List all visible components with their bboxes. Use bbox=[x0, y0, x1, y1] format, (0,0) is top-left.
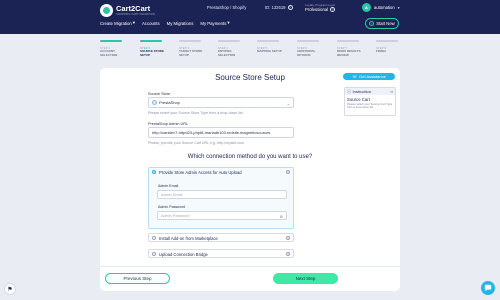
step-progress-bar bbox=[140, 40, 162, 42]
info-icon[interactable]: i bbox=[286, 170, 290, 174]
admin-email-label: Admin Email bbox=[158, 184, 179, 188]
nav-my-payments[interactable]: My Payments ▾ bbox=[200, 20, 229, 26]
instruction-text: Please select your Source Cart Type from… bbox=[347, 102, 393, 110]
cart2cart-logo[interactable]: Cart2Cart SHOPPING CART MIGRATION bbox=[100, 4, 155, 17]
source-store-label: Source Store bbox=[148, 92, 171, 96]
logo-tagline: SHOPPING CART MIGRATION bbox=[116, 13, 155, 16]
instruction-title: Source Cart bbox=[347, 97, 370, 102]
admin-url-value: http://cartdev7-httpd23-phpt8-mariadb103… bbox=[152, 130, 271, 135]
user-name: automation bbox=[374, 5, 395, 10]
logo-name: Cart2Cart bbox=[116, 4, 151, 13]
migration-stepper: STEP 1 ACCOUNT SELECTION STEP 2 SOURCE S… bbox=[100, 40, 400, 64]
admin-url-hint: Please, provide your Source Cart URL e.g… bbox=[148, 141, 245, 145]
info-icon[interactable]: i bbox=[286, 236, 290, 240]
nav-my-migrations[interactable]: My Migrations bbox=[167, 20, 194, 26]
help-icon[interactable]: ? bbox=[287, 5, 293, 10]
instruction-panel: ⓘ Instruction ‹› Source Cart Please sele… bbox=[344, 87, 396, 116]
nav-accounts[interactable]: Accounts bbox=[142, 20, 160, 26]
loyalty-level: Professional bbox=[305, 7, 329, 12]
radio-unselected[interactable] bbox=[152, 252, 156, 256]
headset-icon: ☏ bbox=[352, 74, 358, 79]
info-icon[interactable]: i bbox=[286, 252, 290, 256]
divider bbox=[100, 266, 400, 267]
accessibility-button[interactable]: ⚑ bbox=[4, 283, 16, 295]
info-icon: ⓘ bbox=[347, 88, 351, 94]
step-finish: STEP 8 FINISH bbox=[376, 40, 404, 54]
eye-slash-icon[interactable]: ⊘ bbox=[280, 214, 283, 219]
radio-unselected[interactable] bbox=[152, 236, 156, 240]
nav-create-migration[interactable]: Create Migration ▾ bbox=[100, 20, 135, 26]
step-source-store-setup[interactable]: STEP 2 SOURCE STORE SETUP bbox=[140, 40, 168, 57]
migration-path: PrestaShop / Shopify bbox=[207, 5, 247, 10]
user-menu[interactable]: A automation ▾ bbox=[362, 3, 399, 12]
source-store-hint: Please select your Source Store Type fro… bbox=[148, 111, 243, 115]
step-progress-bar bbox=[100, 40, 122, 42]
step-progress-bar bbox=[257, 40, 279, 42]
step-progress-bar bbox=[179, 40, 201, 42]
top-header: Cart2Cart SHOPPING CART MIGRATION Presta… bbox=[0, 0, 500, 34]
plus-icon: + bbox=[369, 21, 375, 26]
start-new-button[interactable]: + Start New bbox=[365, 18, 399, 29]
source-store-setup-card: Source Store Setup ☏ Get Assistance ⓘ In… bbox=[100, 68, 400, 291]
step-progress-bar bbox=[218, 40, 240, 42]
main-nav: Create Migration ▾ Accounts My Migrations… bbox=[100, 20, 230, 26]
help-icon[interactable]: ? bbox=[330, 7, 336, 12]
option-admin-access[interactable]: Provide Store Admin Access for Auto Uplo… bbox=[148, 167, 294, 229]
prestashop-icon bbox=[152, 100, 157, 105]
chevron-down-icon: ▾ bbox=[227, 20, 230, 25]
migration-id: ID: 132619 ? bbox=[265, 5, 293, 10]
chat-icon bbox=[484, 284, 492, 292]
admin-password-label: Admin Password bbox=[158, 205, 185, 209]
step-additional-options: STEP 6 ADDITIONAL OPTIONS bbox=[297, 40, 325, 57]
step-progress-bar bbox=[297, 40, 319, 42]
option-install-addon[interactable]: Install Add-on from Marketplace i bbox=[148, 233, 294, 242]
get-assistance-button[interactable]: ☏ Get Assistance bbox=[343, 73, 395, 80]
chat-button[interactable] bbox=[481, 281, 495, 295]
next-step-button[interactable]: Next Step bbox=[273, 273, 338, 284]
connection-method-question: Which connection method do you want to u… bbox=[187, 154, 313, 160]
radio-selected[interactable] bbox=[152, 170, 156, 174]
avatar: A bbox=[362, 3, 371, 12]
admin-url-input[interactable]: http://cartdev7-httpd23-phpt8-mariadb103… bbox=[148, 127, 294, 138]
step-progress-bar bbox=[376, 40, 398, 42]
chevron-down-icon: ⌄ bbox=[286, 101, 290, 106]
step-mapping-setup: STEP 5 MAPPING SETUP bbox=[257, 40, 285, 54]
collapse-icon[interactable]: ‹› bbox=[390, 89, 393, 94]
option-upload-bridge[interactable]: Upload Connection Bridge i bbox=[148, 249, 294, 258]
chevron-down-icon: ▾ bbox=[132, 20, 135, 25]
logo-icon bbox=[100, 4, 113, 17]
step-account-selection[interactable]: STEP 1 ACCOUNT SELECTION bbox=[100, 40, 128, 57]
step-target-store-setup: STEP 3 TARGET STORE SETUP bbox=[179, 40, 207, 57]
accessibility-icon: ⚑ bbox=[7, 286, 13, 293]
source-store-select[interactable]: PrestaShop ⌄ bbox=[148, 97, 294, 108]
instruction-header: Instruction bbox=[352, 89, 371, 94]
admin-url-label: PrestaShop Admin URL bbox=[148, 122, 189, 126]
source-store-value: PrestaShop bbox=[159, 100, 180, 105]
chevron-down-icon: ▾ bbox=[397, 5, 400, 10]
loyalty-program: Loyalty Program Level Professional ? bbox=[305, 3, 336, 12]
step-entities-selection: STEP 4 ENTITIES SELECTION bbox=[218, 40, 246, 57]
step-demo-results-review: STEP 7 DEMO RESULTS REVIEW bbox=[337, 40, 365, 57]
admin-password-input[interactable]: Admin Password ⊘ bbox=[157, 211, 287, 220]
step-progress-bar bbox=[337, 40, 359, 42]
admin-email-input[interactable]: Admin Email bbox=[157, 190, 287, 199]
previous-step-button[interactable]: Previous Step bbox=[105, 273, 170, 284]
